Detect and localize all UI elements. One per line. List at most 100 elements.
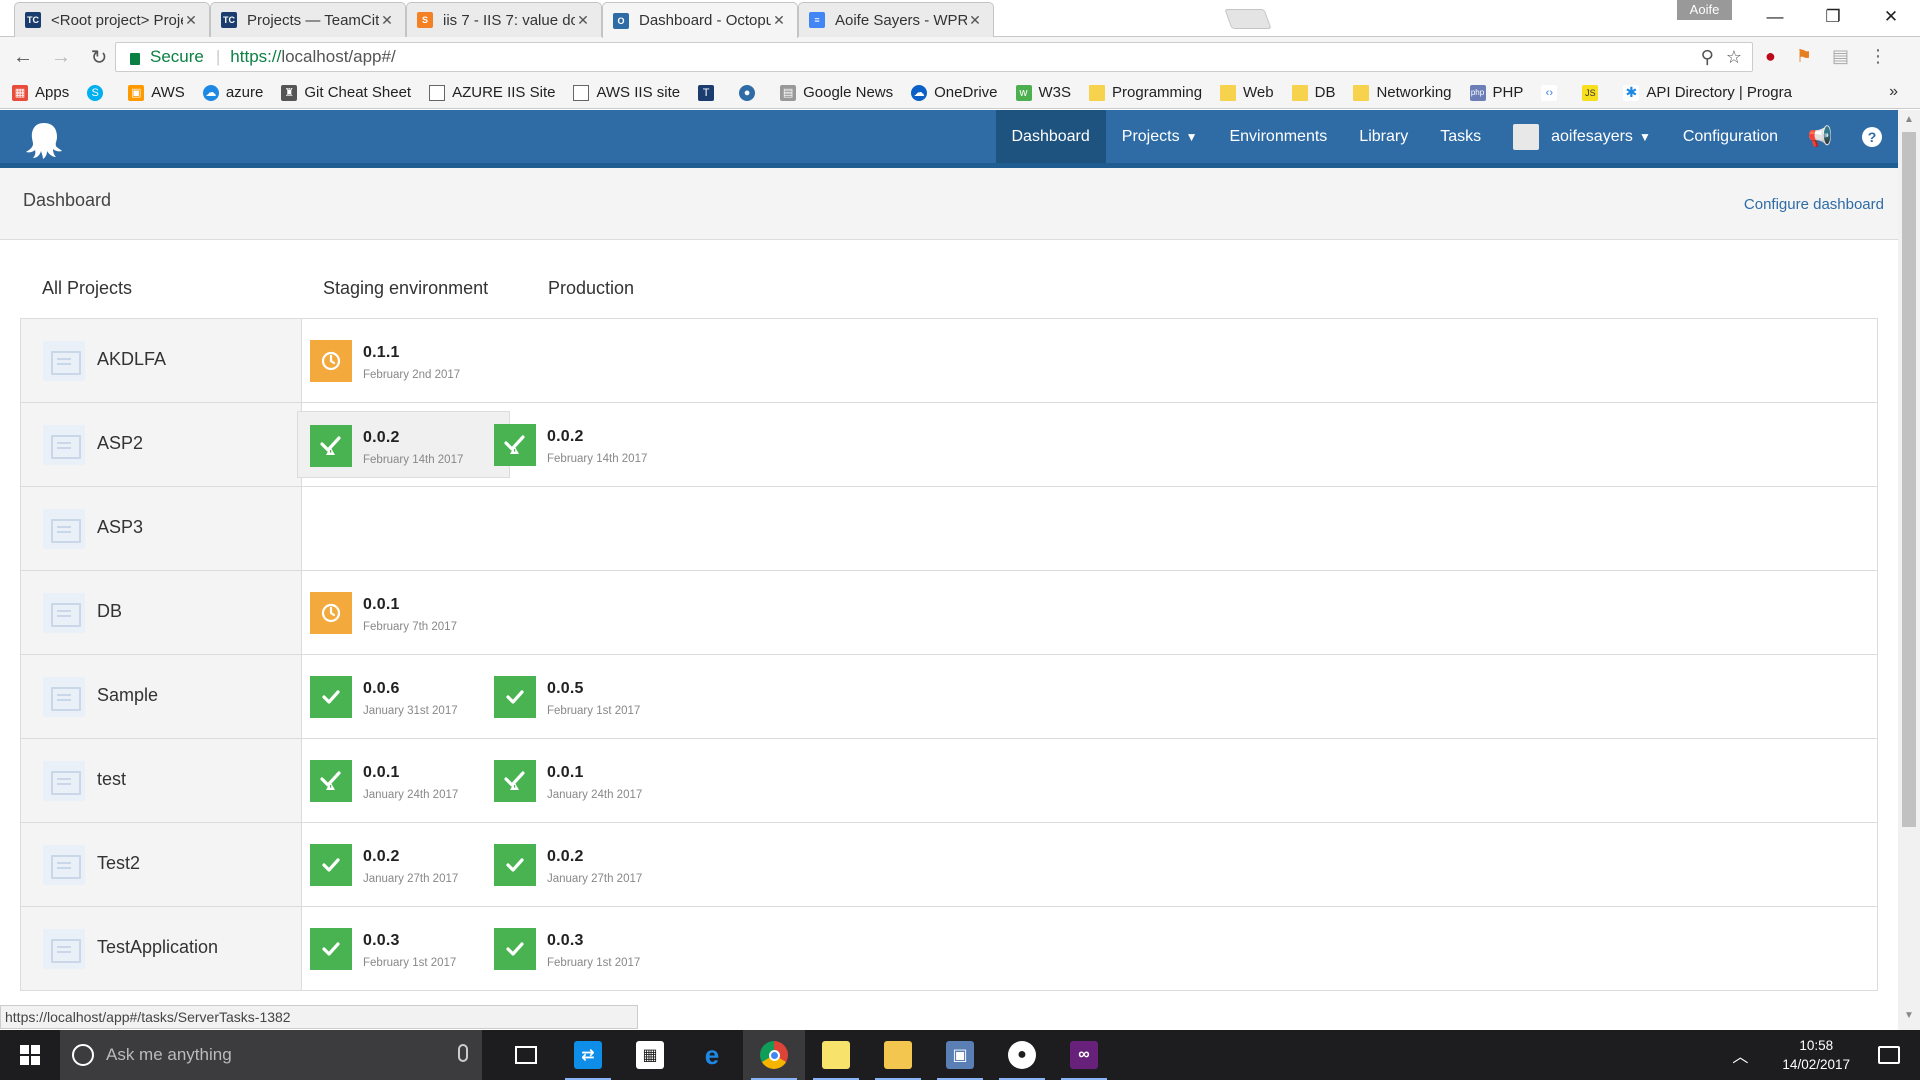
cortana-search[interactable]: Ask me anything <box>60 1030 482 1080</box>
project-cell[interactable]: TestApplication <box>21 907 302 990</box>
scroll-up-icon[interactable]: ▲ <box>1898 114 1920 130</box>
bookmark-folder-programming[interactable]: Programming <box>1089 84 1202 101</box>
browser-tab[interactable]: TC <Root project> Project ✕ <box>14 2 210 37</box>
deployment-staging[interactable]: 0.0.2 February 14th 2017 <box>297 411 510 478</box>
deployment-production[interactable]: 0.0.5 February 1st 2017 <box>482 663 695 730</box>
deployment-production[interactable]: 0.0.2 February 14th 2017 <box>482 411 695 478</box>
project-cell[interactable]: DB <box>21 571 302 654</box>
menu-icon[interactable]: ⋮ <box>1869 46 1887 67</box>
show-hidden-icons-icon[interactable]: ︿ <box>1732 1043 1748 1067</box>
project-cell[interactable]: Sample <box>21 655 302 738</box>
store-icon[interactable]: ▦ <box>619 1030 681 1080</box>
reload-icon[interactable]: ↻ <box>84 45 114 70</box>
bookmark-teamcity[interactable]: T <box>698 84 721 101</box>
project-name[interactable]: AKDLFA <box>97 349 166 370</box>
bookmark-folder-web[interactable]: Web <box>1220 84 1274 101</box>
chrome-icon[interactable] <box>743 1030 805 1080</box>
github-icon[interactable]: ● <box>991 1030 1053 1080</box>
browser-tab[interactable]: ≡ Aoife Sayers - WPR Wee ✕ <box>798 2 994 37</box>
project-cell[interactable]: ASP3 <box>21 487 302 570</box>
bookmark-code[interactable]: ‹› <box>1541 84 1564 101</box>
deployment-production[interactable]: 0.0.3 February 1st 2017 <box>482 915 695 982</box>
deployment-production[interactable]: 0.0.2 January 27th 2017 <box>482 831 695 898</box>
browser-tab-active[interactable]: O Dashboard - Octopus De ✕ <box>602 2 798 38</box>
start-button[interactable] <box>0 1030 60 1080</box>
extension-icon[interactable]: ▤ <box>1832 46 1849 67</box>
forward-icon[interactable]: → <box>46 46 76 69</box>
bookmark-aws-iis[interactable]: AWS IIS site <box>573 84 680 101</box>
project-name[interactable]: test <box>97 769 126 790</box>
help-button[interactable]: ? <box>1846 110 1898 163</box>
bookmark-onedrive[interactable]: ☁ OneDrive <box>911 84 998 101</box>
clock[interactable]: 10:58 14/02/2017 <box>1782 1036 1850 1074</box>
sticky-notes-icon[interactable] <box>805 1030 867 1080</box>
close-icon[interactable]: ✕ <box>575 12 591 29</box>
microphone-icon[interactable] <box>458 1044 468 1062</box>
project-name[interactable]: Test2 <box>97 853 140 874</box>
nav-configuration[interactable]: Configuration <box>1667 110 1794 163</box>
bookmark-js[interactable]: JS <box>1582 84 1605 101</box>
scrollbar-thumb[interactable] <box>1902 132 1916 827</box>
project-cell[interactable]: Test2 <box>21 823 302 906</box>
deployment-staging[interactable]: 0.0.3 February 1st 2017 <box>298 915 511 982</box>
bookmark-php[interactable]: php PHP <box>1469 84 1523 101</box>
task-view-icon[interactable] <box>495 1030 557 1080</box>
bookmark-folder-networking[interactable]: Networking <box>1353 84 1452 101</box>
deployment-staging[interactable]: 0.0.2 January 27th 2017 <box>298 831 511 898</box>
project-cell[interactable]: ASP2 <box>21 403 302 486</box>
zoom-icon[interactable]: ⚲ <box>1701 47 1714 68</box>
pinterest-icon[interactable]: ● <box>1765 46 1776 67</box>
nav-library[interactable]: Library <box>1343 110 1424 163</box>
browser-tab[interactable]: S iis 7 - IIS 7: value does no ✕ <box>406 2 602 37</box>
project-name[interactable]: ASP2 <box>97 433 143 454</box>
browser-tab[interactable]: TC Projects — TeamCity ✕ <box>210 2 406 37</box>
bookmark-git[interactable]: ♜ Git Cheat Sheet <box>281 84 411 101</box>
visual-studio-icon[interactable]: ∞ <box>1053 1030 1115 1080</box>
bookmark-api-directory[interactable]: ✱ API Directory | Progra <box>1623 84 1792 101</box>
remote-desktop-icon[interactable]: ▣ <box>929 1030 991 1080</box>
bookmark-skype[interactable]: S <box>87 84 110 101</box>
back-icon[interactable]: ← <box>8 46 38 69</box>
project-name[interactable]: TestApplication <box>97 937 218 958</box>
deployment-staging[interactable]: 0.1.1 February 2nd 2017 <box>298 327 511 394</box>
configure-dashboard-link[interactable]: Configure dashboard <box>1744 196 1884 213</box>
deployment-staging[interactable]: 0.0.1 January 24th 2017 <box>298 747 511 814</box>
project-cell[interactable]: AKDLFA <box>21 319 302 402</box>
deployment-production[interactable]: 0.0.1 January 24th 2017 <box>482 747 695 814</box>
megaphone-icon[interactable]: 📢 <box>1794 110 1846 163</box>
bookmarks-overflow-icon[interactable]: » <box>1889 83 1898 101</box>
close-window-icon[interactable]: ✕ <box>1862 0 1920 36</box>
nav-tasks[interactable]: Tasks <box>1424 110 1497 163</box>
nav-dashboard[interactable]: Dashboard <box>995 110 1106 163</box>
file-explorer-icon[interactable] <box>867 1030 929 1080</box>
close-icon[interactable]: ✕ <box>967 12 983 29</box>
close-icon[interactable]: ✕ <box>771 12 787 29</box>
octopus-logo-icon[interactable] <box>24 120 64 160</box>
close-icon[interactable]: ✕ <box>379 12 395 29</box>
bookmark-octopus[interactable]: ● <box>739 84 762 101</box>
close-icon[interactable]: ✕ <box>183 12 199 29</box>
deployment-staging[interactable]: 0.0.1 February 7th 2017 <box>298 579 511 646</box>
teamviewer-icon[interactable]: ⇄ <box>557 1030 619 1080</box>
nav-environments[interactable]: Environments <box>1213 110 1343 163</box>
bookmark-w3s[interactable]: w W3S <box>1015 84 1071 101</box>
bookmark-apps[interactable]: ▦ Apps <box>12 84 69 101</box>
project-name[interactable]: Sample <box>97 685 158 706</box>
page-scrollbar[interactable]: ▲ ▼ <box>1898 110 1920 1030</box>
minimize-icon[interactable]: — <box>1746 0 1804 36</box>
scroll-down-icon[interactable]: ▼ <box>1898 1010 1920 1026</box>
new-tab-button[interactable] <box>1224 9 1272 29</box>
address-bar[interactable]: Secure | https:// localhost/app#/ ⚲ ☆ <box>115 42 1753 72</box>
bookmark-folder-db[interactable]: DB <box>1291 84 1335 101</box>
project-cell[interactable]: test <box>21 739 302 822</box>
nav-user-menu[interactable]: aoifesayers ▼ <box>1497 110 1667 163</box>
project-name[interactable]: ASP3 <box>97 517 143 538</box>
bookmark-star-icon[interactable]: ☆ <box>1726 47 1742 68</box>
restore-icon[interactable]: ❐ <box>1804 0 1862 36</box>
bookmark-azure[interactable]: ☁ azure <box>202 84 263 101</box>
profile-chip[interactable]: Aoife <box>1677 0 1732 20</box>
edge-icon[interactable]: e <box>681 1030 743 1080</box>
bookmark-google-news[interactable]: ▤ Google News <box>780 84 893 101</box>
action-center-icon[interactable] <box>1878 1046 1900 1064</box>
nav-projects[interactable]: Projects ▼ <box>1106 110 1214 163</box>
